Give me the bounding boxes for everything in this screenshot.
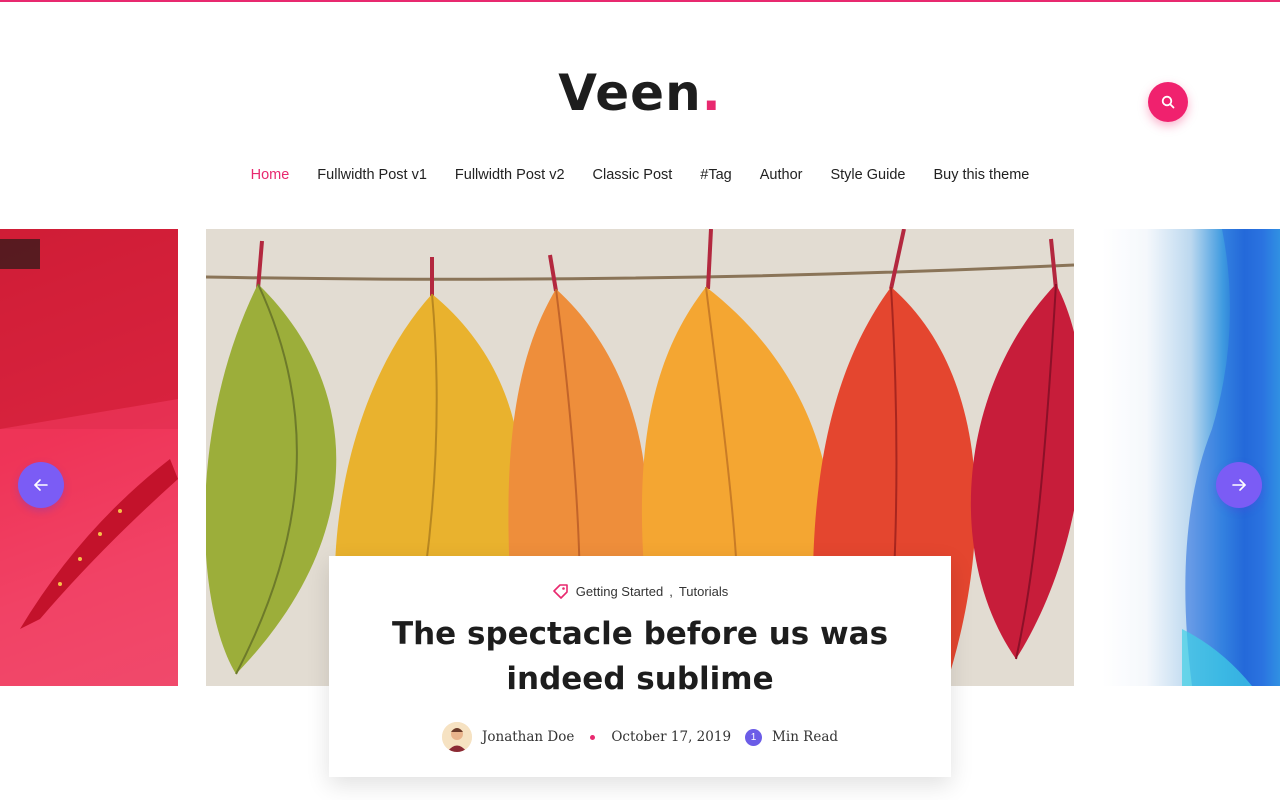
logo-text: Veen: [558, 64, 702, 122]
nav-item-classic-post[interactable]: Classic Post: [593, 164, 673, 186]
meta-separator-dot: [590, 734, 596, 740]
author-name[interactable]: Jonathan Doe: [482, 729, 574, 745]
post-title[interactable]: The spectacle before us was indeed subli…: [369, 612, 911, 702]
site-logo[interactable]: Veen.: [0, 60, 1280, 126]
slider-prev-button[interactable]: [18, 462, 64, 508]
top-accent-bar: [0, 0, 1280, 2]
slide-prev-image[interactable]: [0, 229, 178, 686]
slide-next-image[interactable]: [1102, 229, 1280, 686]
nav-item-fullwidth-post-v1[interactable]: Fullwidth Post v1: [317, 164, 427, 186]
avatar-illustration: [441, 722, 472, 752]
read-time-badge: 1: [745, 728, 763, 746]
post-date: October 17, 2019: [611, 729, 732, 745]
slider-next-button[interactable]: [1216, 462, 1262, 508]
main-nav: Home Fullwidth Post v1 Fullwidth Post v2…: [0, 164, 1280, 186]
nav-item-buy-this-theme[interactable]: Buy this theme: [933, 164, 1029, 186]
nav-item-author[interactable]: Author: [760, 164, 803, 186]
tag-icon: [552, 584, 568, 599]
red-watch-illustration: [0, 229, 178, 686]
nav-item-home[interactable]: Home: [251, 164, 290, 186]
blue-paint-illustration: [1182, 229, 1280, 686]
post-categories: Getting Started, Tutorials: [329, 583, 951, 599]
search-icon: [1161, 95, 1175, 109]
category-separator: ,: [669, 583, 673, 599]
category-link-getting-started[interactable]: Getting Started: [576, 584, 663, 599]
featured-post-card: Getting Started, Tutorials The spectacle …: [329, 556, 951, 777]
category-link-tutorials[interactable]: Tutorials: [679, 584, 728, 599]
arrow-left-icon: [34, 479, 48, 491]
logo-dot: .: [701, 64, 722, 122]
author-avatar[interactable]: [441, 722, 472, 752]
search-button[interactable]: [1148, 82, 1188, 122]
read-time-label: Min Read: [772, 729, 839, 745]
arrow-right-icon: [1232, 479, 1246, 491]
nav-item-fullwidth-post-v2[interactable]: Fullwidth Post v2: [455, 164, 565, 186]
nav-item-style-guide[interactable]: Style Guide: [830, 164, 905, 186]
nav-item-tag[interactable]: #Tag: [700, 164, 731, 186]
post-meta: Jonathan Doe October 17, 2019 1 Min Read: [329, 722, 951, 752]
